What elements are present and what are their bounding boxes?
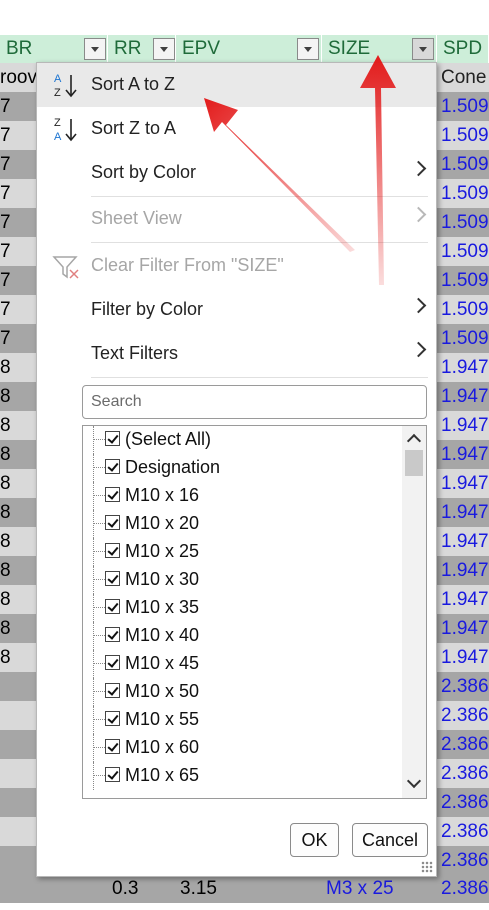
arrow-to-sort-az	[204, 98, 355, 252]
annotation-arrows	[204, 55, 396, 285]
arrow-to-size-filter	[360, 55, 396, 285]
